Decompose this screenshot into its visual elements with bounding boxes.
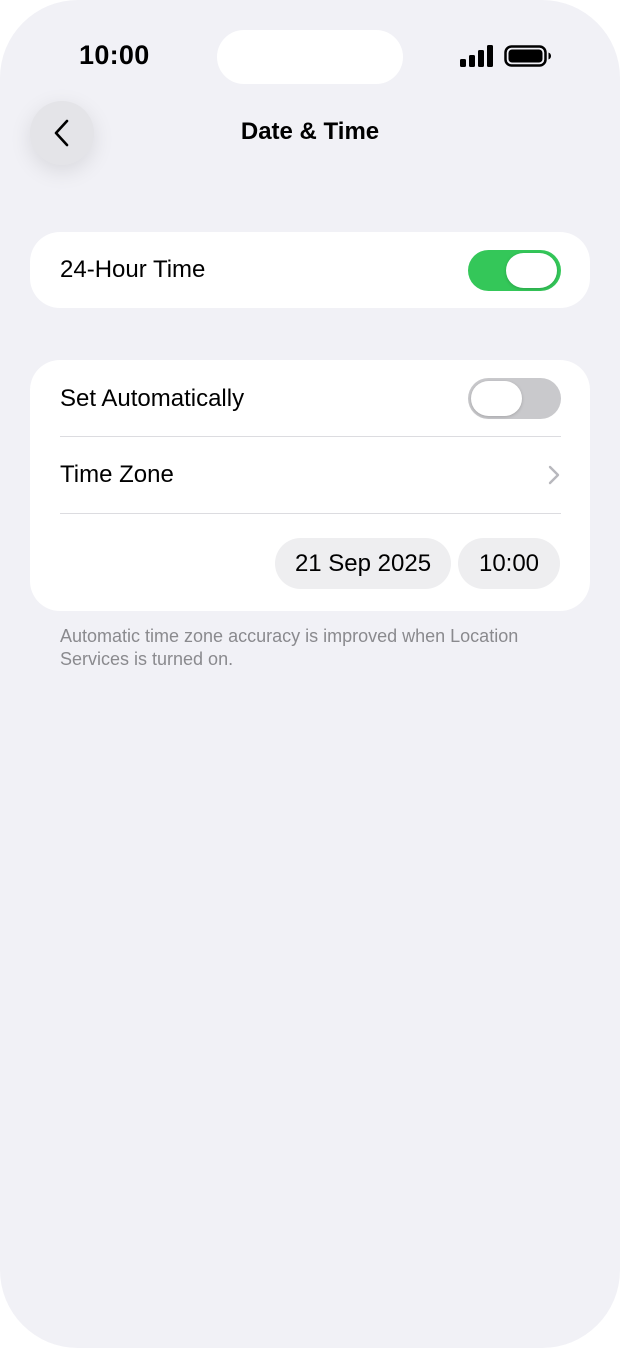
cellular-signal-icon <box>460 45 493 67</box>
dynamic-island <box>217 30 403 84</box>
hour-format-card: 24-Hour Time <box>30 232 590 308</box>
toggle-knob <box>471 381 522 416</box>
set-automatically-toggle[interactable] <box>468 378 561 419</box>
date-picker-button[interactable]: 21 Sep 2025 <box>275 538 451 589</box>
battery-icon <box>504 45 551 67</box>
chevron-right-icon <box>548 465 560 485</box>
set-automatically-label: Set Automatically <box>60 384 245 412</box>
24-hour-time-label: 24-Hour Time <box>60 256 206 283</box>
24-hour-time-toggle[interactable] <box>468 249 561 291</box>
phone-screen: 10:00 Date & Time 24-Hour Time Set Autom… <box>0 0 620 1348</box>
location-services-footnote: Automatic time zone accuracy is improved… <box>60 626 519 669</box>
toggle-knob <box>506 252 557 288</box>
date-time-card: Set Automatically Time Zone 21 Sep 2025 … <box>30 360 590 611</box>
time-zone-label: Time Zone <box>60 461 174 488</box>
page-title: Date & Time <box>240 118 380 145</box>
time-picker-button[interactable]: 10:00 <box>458 538 560 589</box>
row-set-automatically: Set Automatically <box>60 360 561 437</box>
row-time-zone[interactable]: Time Zone <box>60 437 561 513</box>
row-separator <box>60 513 561 514</box>
row-24-hour-time: 24-Hour Time <box>60 232 561 308</box>
status-bar-time: 10:00 <box>79 40 150 70</box>
